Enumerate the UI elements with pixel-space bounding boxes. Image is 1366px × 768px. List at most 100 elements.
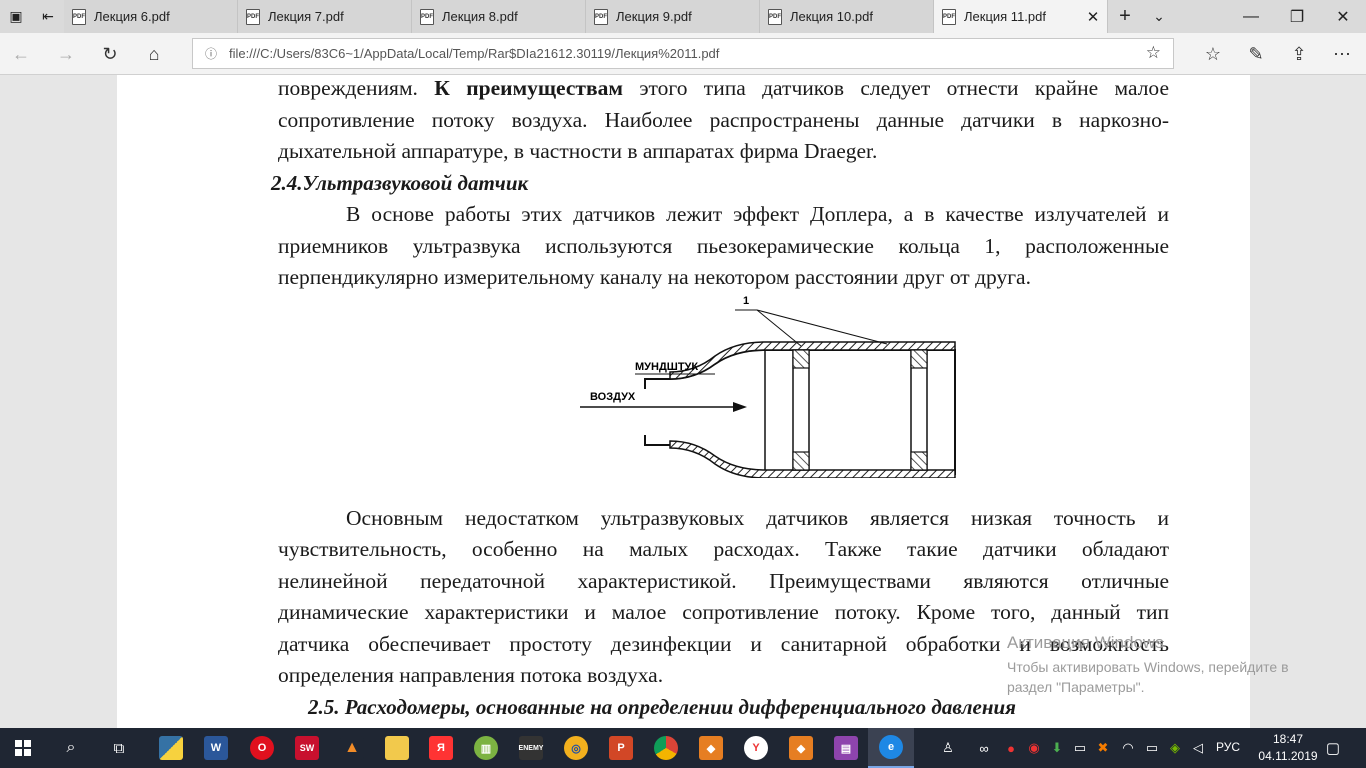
app-orange2-icon[interactable]: ◆ [778,728,824,768]
tab-manager-icon[interactable]: ▣ [0,0,32,33]
tab-lecture-6[interactable]: PDF Лекция 6.pdf [64,0,238,33]
watermark-line: Чтобы активировать Windows, перейдите в [1007,659,1289,675]
python-icon[interactable] [148,728,194,768]
air-label: ВОЗДУХ [590,391,636,403]
edge-icon[interactable]: e [868,728,914,768]
tray-tool-icon[interactable]: ✖ [1095,740,1111,756]
close-window-icon[interactable]: ✕ [1320,0,1366,33]
pdf-file-icon: PDF [246,8,260,25]
search-icon[interactable]: ⌕ [48,728,94,768]
clock-date: 04.11.2019 [1258,749,1318,763]
clock-time: 18:47 [1272,732,1304,746]
pdf-page: повреждениям. К преимуществам этого типа… [117,75,1250,728]
wifi-icon[interactable]: ◠ [1120,740,1136,756]
volume-icon[interactable]: ◁ [1190,740,1206,756]
taskbar: ⌕ ⧉ W O SW ▲ Я ▥ ENEMY ◎ P ◆ Y ◆ ▤ e ♙ ∞… [0,728,1366,768]
info-icon[interactable]: ⓘ [193,45,229,62]
refresh-icon[interactable]: ↻ [95,39,125,69]
tray-antivirus-icon[interactable]: ● [1003,740,1019,756]
text-line: дыхательной аппаратуре, в частности в ап… [278,139,878,163]
file-explorer-icon[interactable] [374,728,420,768]
set-aside-tabs-icon[interactable]: ⇤ [32,0,64,33]
app-green-icon[interactable]: ▥ [463,728,509,768]
opera-icon[interactable]: O [239,728,285,768]
app-orange-icon[interactable]: ◆ [688,728,734,768]
favorite-star-icon[interactable]: ☆ [1146,43,1161,63]
text-line: сопротивление потоку воздуха. Наиболее р… [278,108,1169,132]
app-ring-icon[interactable]: ◎ [553,728,599,768]
task-view-icon[interactable]: ⧉ [96,728,142,768]
powerpoint-icon[interactable]: P [598,728,644,768]
bold-phrase: К преимуществам [434,76,623,100]
nvidia-icon[interactable]: ◈ [1167,740,1183,756]
text-line: динамические характеристики и малое сопр… [278,600,1169,624]
tab-label: Лекция 8.pdf [442,9,518,24]
watermark-title: Активация Windows [1007,633,1164,652]
tab-label: Лекция 9.pdf [616,9,692,24]
text-line: Основным недостатком ультразвуковых датч… [346,506,1169,530]
home-icon[interactable]: ⌂ [139,39,169,69]
section-heading: 2.4.Ультразвуковой датчик [271,171,529,195]
game-icon[interactable]: ENEMY [508,728,554,768]
watermark-line: раздел "Параметры". [1007,679,1145,695]
windows-start-icon[interactable] [0,728,46,768]
solidworks-icon[interactable]: SW [284,728,330,768]
tab-lecture-11[interactable]: PDF Лекция 11.pdf ✕ [934,0,1108,33]
mouthpiece-label: МУНДШТУК [635,361,698,373]
tab-lecture-10[interactable]: PDF Лекция 10.pdf [760,0,934,33]
language-indicator[interactable]: РУС [1216,740,1240,754]
tab-label: Лекция 6.pdf [94,9,170,24]
pdf-viewer[interactable]: повреждениям. К преимуществам этого типа… [0,75,1366,728]
activation-watermark: Активация Windows Чтобы активировать Win… [1007,633,1289,697]
tray-download-icon[interactable]: ⬇ [1049,740,1065,756]
clock[interactable]: 18:47 04.11.2019 [1258,731,1318,765]
tab-label: Лекция 10.pdf [790,9,873,24]
ultrasonic-sensor-diagram: 1 МУНДШТУК ВОЗДУХ [580,295,956,478]
matlab-icon[interactable]: ▲ [329,728,375,768]
winrar-icon[interactable]: ▤ [823,728,869,768]
text-line: перпендикулярно измерительному каналу на… [278,265,1031,289]
word-icon[interactable]: W [193,728,239,768]
tab-label: Лекция 7.pdf [268,9,344,24]
people-icon[interactable]: ♙ [940,740,956,756]
favorites-icon[interactable]: ☆ [1198,39,1228,69]
minimize-icon[interactable]: — [1228,0,1274,33]
close-tab-icon[interactable]: ✕ [1079,8,1107,26]
notifications-icon[interactable]: ▢ [1325,740,1341,757]
tray-red-icon[interactable]: ◉ [1026,740,1042,756]
more-icon[interactable]: ⋯ [1327,39,1357,69]
yandex-icon[interactable]: Я [418,728,464,768]
label-1: 1 [743,295,749,307]
new-tab-icon[interactable]: + [1108,0,1142,33]
pen-icon[interactable]: ✎ [1241,39,1271,69]
share-icon[interactable]: ⇪ [1284,39,1314,69]
tab-lecture-9[interactable]: PDF Лекция 9.pdf [586,0,760,33]
pdf-file-icon: PDF [942,8,956,25]
pdf-file-icon: PDF [768,8,782,25]
yandex-browser-icon[interactable]: Y [733,728,779,768]
text-line: нелинейной передаточной характеристикой.… [278,569,1169,593]
tab-bar: ▣ ⇤ PDF Лекция 6.pdf PDF Лекция 7.pdf PD… [0,0,1366,33]
text-line: приемников ультразвука используются пьез… [278,234,1169,258]
back-icon[interactable]: ← [6,39,36,69]
forward-icon[interactable]: → [51,39,81,69]
address-bar[interactable]: ⓘ file:///C:/Users/83C6~1/AppData/Local/… [192,38,1174,69]
text-line: В основе работы этих датчиков лежит эффе… [346,202,1169,226]
battery-icon[interactable]: ▭ [1144,740,1160,756]
tab-label: Лекция 11.pdf [964,9,1046,24]
pdf-file-icon: PDF [594,8,608,25]
section-heading: 2.5. Расходомеры, основанные на определе… [308,695,1016,719]
address-text: file:///C:/Users/83C6~1/AppData/Local/Te… [229,46,720,61]
restore-icon[interactable]: ❐ [1274,0,1320,33]
tray-usb-icon[interactable]: ▭ [1072,740,1088,756]
navigation-bar: ← → ↻ ⌂ ⓘ file:///C:/Users/83C6~1/AppDat… [0,33,1366,75]
tab-list-chevron-icon[interactable]: ⌄ [1142,0,1176,33]
tab-lecture-7[interactable]: PDF Лекция 7.pdf [238,0,412,33]
chrome-icon[interactable] [643,728,689,768]
tray-link-icon[interactable]: ∞ [976,740,992,756]
tab-lecture-8[interactable]: PDF Лекция 8.pdf [412,0,586,33]
pdf-file-icon: PDF [420,8,434,25]
text-line: повреждениям. К преимуществам этого типа… [278,76,1169,100]
text-line: чувствительность, особенно на малых расх… [278,537,1169,561]
pdf-file-icon: PDF [72,8,86,25]
